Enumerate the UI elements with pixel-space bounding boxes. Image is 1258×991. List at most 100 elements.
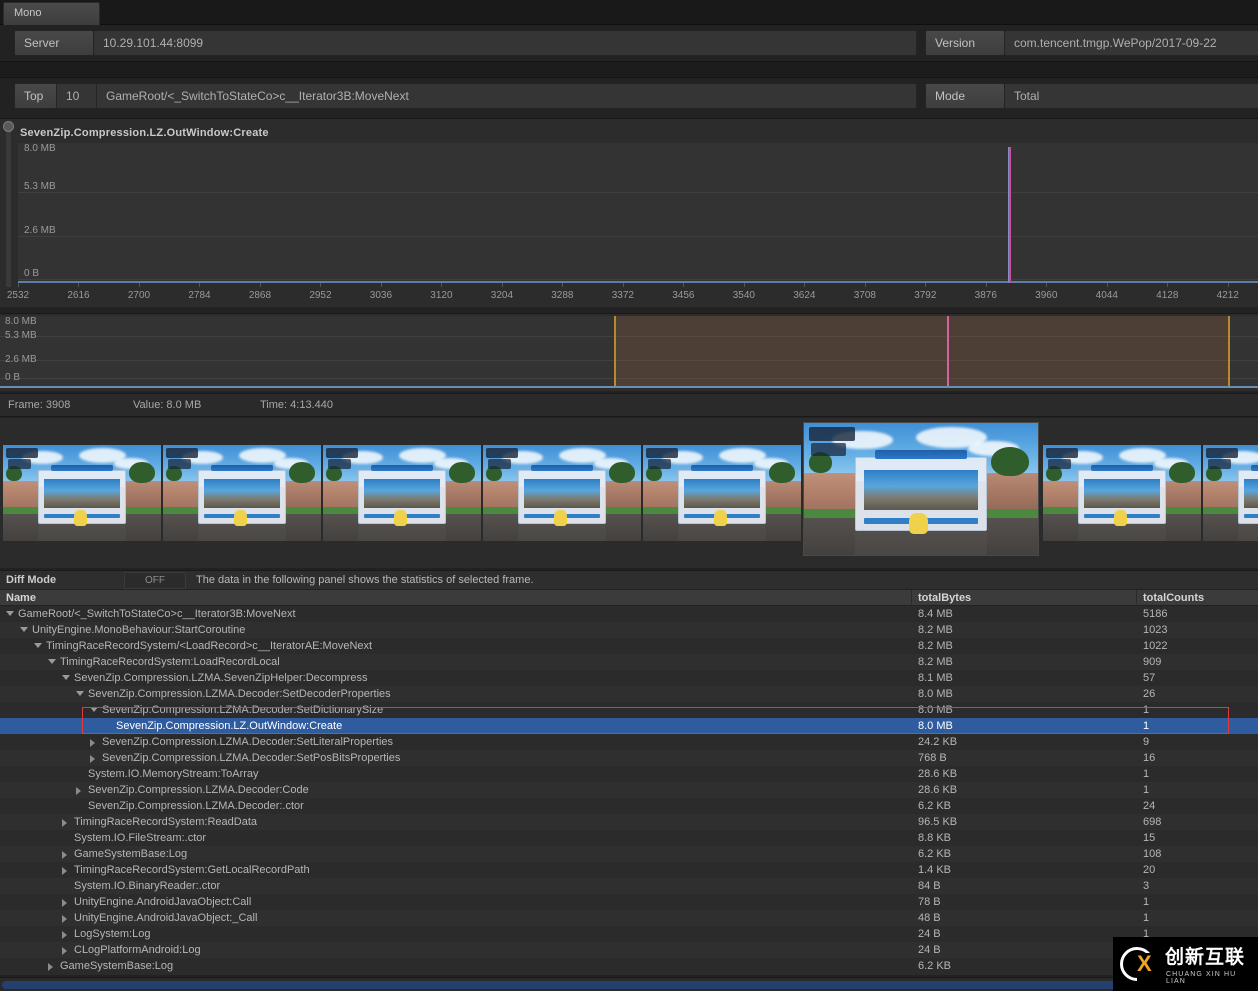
filmstrip-thumbnail[interactable] — [3, 445, 161, 541]
overview-plot[interactable]: 8.0 MB 5.3 MB 2.6 MB 0 B — [0, 316, 1258, 388]
chevron-right-icon[interactable] — [62, 867, 67, 875]
chevron-right-icon[interactable] — [62, 899, 67, 907]
top-function-input[interactable]: GameRoot/<_SwitchToStateCo>c__Iterator3B… — [96, 83, 917, 109]
overview-y-tick-label: 5.3 MB — [5, 330, 37, 341]
chevron-right-icon[interactable] — [48, 963, 53, 971]
filmstrip-selected-thumbnail[interactable] — [803, 422, 1039, 556]
chevron-down-icon[interactable] — [62, 675, 70, 680]
graph-x-tick-mark — [1106, 283, 1108, 287]
chevron-down-icon[interactable] — [48, 659, 56, 664]
table-row[interactable]: CLogPlatformAndroid:Log24 B1 — [0, 942, 1258, 958]
table-row[interactable]: TimingRaceRecordSystem:ReadData 96.5 KB 69… — [0, 814, 1258, 830]
table-cell-totalbytes: 28.6 KB — [918, 784, 958, 796]
column-header-totalbytes[interactable]: totalBytes — [918, 592, 971, 604]
top-count-input[interactable]: 10 — [56, 83, 97, 109]
table-cell-totalcounts: 1023 — [1143, 624, 1168, 636]
filmstrip-thumbnail[interactable] — [163, 445, 321, 541]
table-row[interactable]: SevenZip.Compression.LZ.OutWindow:Create… — [0, 718, 1258, 734]
scrollbar-thumb[interactable] — [2, 981, 1256, 989]
graph-drag-handle[interactable] — [6, 127, 11, 287]
chevron-right-icon[interactable] — [90, 739, 95, 747]
table-row[interactable]: GameSystemBase:Log 6.2 KB 108 — [0, 846, 1258, 862]
graph-x-tick-label: 3624 — [793, 290, 816, 301]
chevron-right-icon[interactable] — [76, 787, 81, 795]
chevron-right-icon[interactable] — [62, 851, 67, 859]
graph-x-tick-label: 3960 — [1035, 290, 1058, 301]
table-row[interactable]: SevenZip.Compression.LZMA.Decoder:.ctor 6… — [0, 798, 1258, 814]
table-row[interactable]: SevenZip.Compression.LZMA.Decoder:SetDec… — [0, 686, 1258, 702]
table-cell-totalcounts: 3 — [1143, 880, 1150, 892]
table-cell-totalbytes: 768 B — [918, 752, 947, 764]
overview-range-start-handle[interactable] — [614, 316, 616, 388]
table-cell-name: UnityEngine.AndroidJavaObject:_Call — [74, 912, 258, 924]
server-label: Server — [14, 30, 94, 56]
graph-baseline — [18, 281, 1258, 283]
graph-plot-area[interactable]: 8.0 MB 5.3 MB 2.6 MB 0 B — [18, 143, 1258, 283]
chevron-right-icon[interactable] — [90, 755, 95, 763]
overview-timeline[interactable]: 8.0 MB 5.3 MB 2.6 MB 0 B — [0, 313, 1258, 391]
watermark-logo: X 创新互联 CHUANG XIN HU LIAN — [1113, 937, 1258, 991]
filmstrip-thumbnail[interactable] — [1203, 445, 1258, 541]
chevron-right-icon[interactable] — [62, 947, 67, 955]
overview-selected-range[interactable] — [614, 316, 1228, 388]
table-row[interactable]: TimingRaceRecordSystem:GetLocalRecordPat… — [0, 862, 1258, 878]
chevron-right-icon[interactable] — [62, 819, 67, 827]
horizontal-scrollbar[interactable] — [0, 977, 1258, 991]
diff-mode-toggle[interactable]: OFF — [124, 572, 186, 589]
table-row[interactable]: LogSystem:Log 24 B1 — [0, 926, 1258, 942]
chevron-right-icon[interactable] — [62, 915, 67, 923]
graph-y-tick-label: 0 B — [24, 268, 40, 279]
graph-x-tick-mark — [1227, 283, 1229, 287]
mode-select[interactable]: Total — [1004, 83, 1258, 109]
table-row[interactable]: GameRoot/<_SwitchToStateCo>c__Iterator3B… — [0, 606, 1258, 622]
column-header-name[interactable]: Name — [6, 592, 36, 604]
table-row[interactable]: SevenZip.Compression.LZMA.Decoder:SetLit… — [0, 734, 1258, 750]
table-row[interactable]: System.IO.FileStream:.ctor 8.8 KB 15 — [0, 830, 1258, 846]
table-cell-name: UnityEngine.MonoBehaviour:StartCoroutine — [32, 624, 246, 636]
table-row[interactable]: UnityEngine.MonoBehaviour:StartCoroutine… — [0, 622, 1258, 638]
overview-range-end-handle[interactable] — [1228, 316, 1230, 388]
status-time: Time: 4:13.440 — [260, 399, 333, 411]
screenshot-filmstrip[interactable] — [0, 418, 1258, 568]
filmstrip-thumbnail[interactable] — [323, 445, 481, 541]
chevron-down-icon[interactable] — [34, 643, 42, 648]
table-row[interactable]: SevenZip.Compression.LZMA.SevenZipHelper… — [0, 670, 1258, 686]
table-row[interactable]: TimingRaceRecordSystem/<LoadRecord>c__It… — [0, 638, 1258, 654]
table-row[interactable]: UnityEngine.AndroidJavaObject:Call 78 B 1 — [0, 894, 1258, 910]
overview-y-tick-label: 8.0 MB — [5, 316, 37, 327]
filmstrip-thumbnail[interactable] — [483, 445, 641, 541]
version-input[interactable]: com.tencent.tmgp.WePop/2017-09-22 — [1004, 30, 1258, 56]
chevron-down-icon[interactable] — [90, 707, 98, 712]
table-row[interactable]: System.IO.BinaryReader:.ctor 84 B 3 — [0, 878, 1258, 894]
table-cell-totalbytes: 24 B — [918, 928, 941, 940]
table-cell-totalcounts: 5186 — [1143, 608, 1168, 620]
table-cell-name: GameRoot/<_SwitchToStateCo>c__Iterator3B… — [18, 608, 296, 620]
tab-mono[interactable]: Mono — [3, 2, 100, 25]
filmstrip-thumbnail[interactable] — [643, 445, 801, 541]
table-row[interactable]: SevenZip.Compression.LZMA.Decoder:Code 28… — [0, 782, 1258, 798]
table-row[interactable]: SevenZip.Compression.LZMA.Decoder:SetPos… — [0, 750, 1258, 766]
diff-mode-bar: Diff Mode OFF The data in the following … — [0, 570, 1258, 589]
table-cell-totalcounts: 16 — [1143, 752, 1156, 764]
table-row[interactable]: GameSystemBase:Log 6.2 KB — [0, 958, 1258, 974]
table-row[interactable]: TimingRaceRecordSystem:LoadRecordLocal 8.… — [0, 654, 1258, 670]
chevron-down-icon[interactable] — [20, 627, 28, 632]
server-input[interactable]: 10.29.101.44:8099 — [93, 30, 917, 56]
table-cell-totalcounts: 9 — [1143, 736, 1150, 748]
call-tree-table[interactable]: GameRoot/<_SwitchToStateCo>c__Iterator3B… — [0, 606, 1258, 975]
table-cell-totalcounts: 1 — [1143, 720, 1150, 732]
filmstrip-thumbnail[interactable] — [1043, 445, 1201, 541]
graph-y-tick-label: 5.3 MB — [24, 180, 56, 192]
graph-resize-knob-icon[interactable] — [3, 121, 14, 132]
chevron-down-icon[interactable] — [6, 611, 14, 616]
graph-x-tick-label: 4044 — [1095, 290, 1118, 301]
column-header-totalcounts[interactable]: totalCounts — [1143, 592, 1204, 604]
chevron-down-icon[interactable] — [76, 691, 84, 696]
table-row[interactable]: System.IO.MemoryStream:ToArray 28.6 KB 1 — [0, 766, 1258, 782]
graph-x-tick-label: 3120 — [430, 290, 453, 301]
table-cell-totalcounts: 909 — [1143, 656, 1162, 668]
table-row[interactable]: UnityEngine.AndroidJavaObject:_Call 48 B 1 — [0, 910, 1258, 926]
chevron-right-icon[interactable] — [62, 931, 67, 939]
table-row[interactable]: SevenZip.Compression.LZMA.Decoder:SetDic… — [0, 702, 1258, 718]
status-frame: Frame: 3908 — [8, 399, 71, 411]
